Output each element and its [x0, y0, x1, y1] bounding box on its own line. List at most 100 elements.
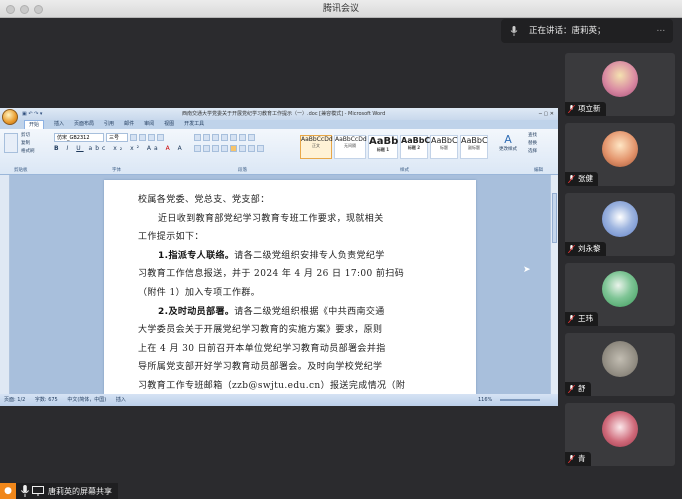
style-title[interactable]: AaBbC 标题 — [430, 135, 458, 159]
vertical-ruler — [0, 175, 10, 394]
tab-mailings[interactable]: 邮件 — [124, 120, 134, 129]
window-titlebar: 腾讯会议 — [0, 0, 682, 18]
font-size-buttons[interactable] — [130, 134, 164, 142]
cut-button[interactable]: 剪切 — [21, 132, 35, 140]
doc-line: 习教育工作信息报送，并于 2024 年 4 月 26 日 17:00 前扫码 — [138, 269, 405, 280]
microphone-muted-icon — [568, 455, 575, 463]
zoom-level[interactable]: 116% — [478, 394, 492, 406]
editing-group: 查找 替换 选择 — [528, 132, 537, 156]
share-label: 唐莉英的屏幕共享 — [48, 486, 112, 496]
avatar — [602, 131, 638, 167]
ribbon-tabs: 开始 插入 页面布局 引用 邮件 审阅 视图 开发工具 — [0, 120, 558, 129]
doc-line: 习教育工作专班邮箱（zzb@swjtu.edu.cn）报送完成情况（附 — [138, 380, 406, 391]
tab-page-layout[interactable]: 页面布局 — [74, 120, 94, 129]
avatar — [602, 61, 638, 97]
screen-share-icon — [32, 486, 44, 496]
avatar — [602, 341, 638, 377]
doc-line: 大学委员会关于开展党纪学习教育的实施方案》要求，原则 — [138, 325, 383, 336]
doc-line: 校属各党委、党总支、党支部： — [138, 195, 270, 205]
microphone-muted-icon — [568, 105, 575, 113]
clipboard-label: 剪贴板 — [14, 168, 28, 173]
tab-review[interactable]: 审阅 — [144, 120, 154, 129]
font-format-buttons[interactable]: B I U abc x₂ x² Aa A A — [54, 145, 185, 152]
change-styles-icon: A — [504, 133, 512, 146]
window-title: 腾讯会议 — [322, 4, 359, 14]
tab-insert[interactable]: 插入 — [54, 120, 64, 129]
insert-mode: 插入 — [115, 397, 126, 403]
speaking-indicator: 正在讲话：唐莉英； ⋯ — [501, 19, 673, 43]
find-button[interactable]: 查找 — [528, 132, 537, 140]
more-icon[interactable]: ⋯ — [657, 19, 666, 43]
screen-share-bar: ● 唐莉英的屏幕共享 — [0, 483, 118, 499]
participant-tile[interactable]: 项立新 — [565, 53, 675, 116]
scrollbar-thumb[interactable] — [552, 193, 557, 243]
microphone-icon[interactable] — [18, 485, 32, 497]
styles-label: 样式 — [400, 168, 409, 173]
font-size-select[interactable]: 三号 — [106, 133, 128, 142]
avatar — [602, 271, 638, 307]
document-body: 校属各党委、党总支、党支部： 近日收到教育部党纪学习教育专班工作要求，现就相关 … — [138, 191, 448, 396]
change-styles-button[interactable]: A 更改样式 — [497, 133, 519, 152]
participant-name-tag: 项立新 — [565, 102, 606, 116]
select-button[interactable]: 选择 — [528, 148, 537, 156]
word-title: 西南交通大学党委关于开展党纪学习教育工作提示（一）.doc [兼容模式] - M… — [182, 111, 386, 117]
doc-line: 近日收到教育部党纪学习教育专班工作要求，现就相关 — [158, 213, 384, 224]
participant-tile[interactable]: 刘永黎 — [565, 193, 675, 256]
paragraph-label: 段落 — [238, 168, 247, 173]
microphone-muted-icon — [568, 315, 575, 323]
participant-tile[interactable]: 王玮 — [565, 263, 675, 326]
shared-screen-word-window: ▣ ↶ ↷ ▾ 西南交通大学党委关于开展党纪学习教育工作提示（一）.doc [兼… — [0, 108, 558, 406]
close-window-button[interactable] — [6, 5, 15, 14]
page-count: 页面: 1/2 — [4, 397, 26, 403]
tab-home[interactable]: 开始 — [24, 120, 45, 129]
style-normal[interactable]: AaBbCcDd 正文 — [300, 135, 333, 159]
font-name-select[interactable]: 仿宋_GB2312 — [54, 133, 104, 142]
zoom-slider[interactable] — [500, 399, 540, 401]
tab-developer[interactable]: 开发工具 — [184, 120, 204, 129]
doc-line: 1.指派专人联络。请各二级党组织安排专人负责党纪学 — [158, 250, 385, 261]
word-count: 字数: 675 — [34, 397, 58, 403]
font-label: 字体 — [112, 168, 121, 173]
participant-tile[interactable]: 舒 — [565, 333, 675, 396]
participant-name-tag: 舒 — [565, 382, 591, 396]
alignment-buttons[interactable] — [194, 145, 264, 153]
style-no-spacing[interactable]: AaBbCcDd 无间隔 — [334, 135, 367, 159]
language-status: 中文(简体，中国) — [67, 397, 107, 403]
style-heading-1[interactable]: AaBb 标题 1 — [368, 135, 398, 159]
participant-name-tag: 青 — [565, 452, 591, 466]
tab-references[interactable]: 引用 — [104, 120, 114, 129]
participant-name-tag: 王玮 — [565, 312, 598, 326]
replace-button[interactable]: 替换 — [528, 140, 537, 148]
style-heading-2[interactable]: AaBbC 标题 2 — [400, 135, 430, 159]
ribbon: 剪切 复制 格式刷 剪贴板 仿宋_GB2312 三号 B I U abc x₂ … — [0, 129, 558, 175]
participant-name-tag: 张健 — [565, 172, 598, 186]
participant-tile[interactable]: 张健 — [565, 123, 675, 186]
quick-access-toolbar-icon[interactable]: ▣ ↶ ↷ ▾ — [22, 108, 42, 120]
microphone-muted-icon — [568, 385, 575, 393]
copy-button[interactable]: 复制 — [21, 140, 35, 148]
minimize-window-button[interactable] — [20, 5, 29, 14]
list-buttons[interactable] — [194, 134, 255, 142]
style-subtitle[interactable]: AaBbC 副标题 — [460, 135, 488, 159]
doc-line: 2.及时动员部署。请各二级党组织根据《中共西南交通 — [158, 306, 385, 317]
mouse-cursor-icon: ➤ — [523, 265, 531, 275]
user-icon[interactable]: ● — [0, 483, 16, 499]
word-statusbar: 页面: 1/2 字数: 675 中文(简体，中国) 插入 116% — [0, 394, 558, 406]
doc-line: （附件 1）加入专项工作群。 — [138, 287, 261, 298]
speaking-label: 正在讲话：唐莉英； — [529, 26, 606, 36]
tab-view[interactable]: 视图 — [164, 120, 174, 129]
clipboard-group: 剪切 复制 格式刷 — [21, 132, 35, 156]
window-controls-icon[interactable]: ─ ▢ ✕ — [539, 108, 554, 120]
office-button[interactable] — [2, 109, 18, 125]
avatar — [602, 201, 638, 237]
vertical-scrollbar[interactable] — [550, 175, 558, 394]
doc-line: 上在 4 月 30 日前召开本单位党纪学习教育动员部署会并指 — [138, 343, 386, 354]
participant-tile[interactable]: 青 — [565, 403, 675, 466]
paste-icon[interactable] — [4, 133, 18, 153]
avatar — [602, 411, 638, 447]
doc-line: 导所属党支部开好学习教育动员部署会。及时向学校党纪学 — [138, 362, 383, 373]
document-page[interactable]: 校属各党委、党总支、党支部： 近日收到教育部党纪学习教育专班工作要求，现就相关 … — [104, 180, 476, 394]
zoom-window-button[interactable] — [34, 5, 43, 14]
editing-label: 编辑 — [534, 168, 543, 173]
format-painter-button[interactable]: 格式刷 — [21, 148, 35, 156]
